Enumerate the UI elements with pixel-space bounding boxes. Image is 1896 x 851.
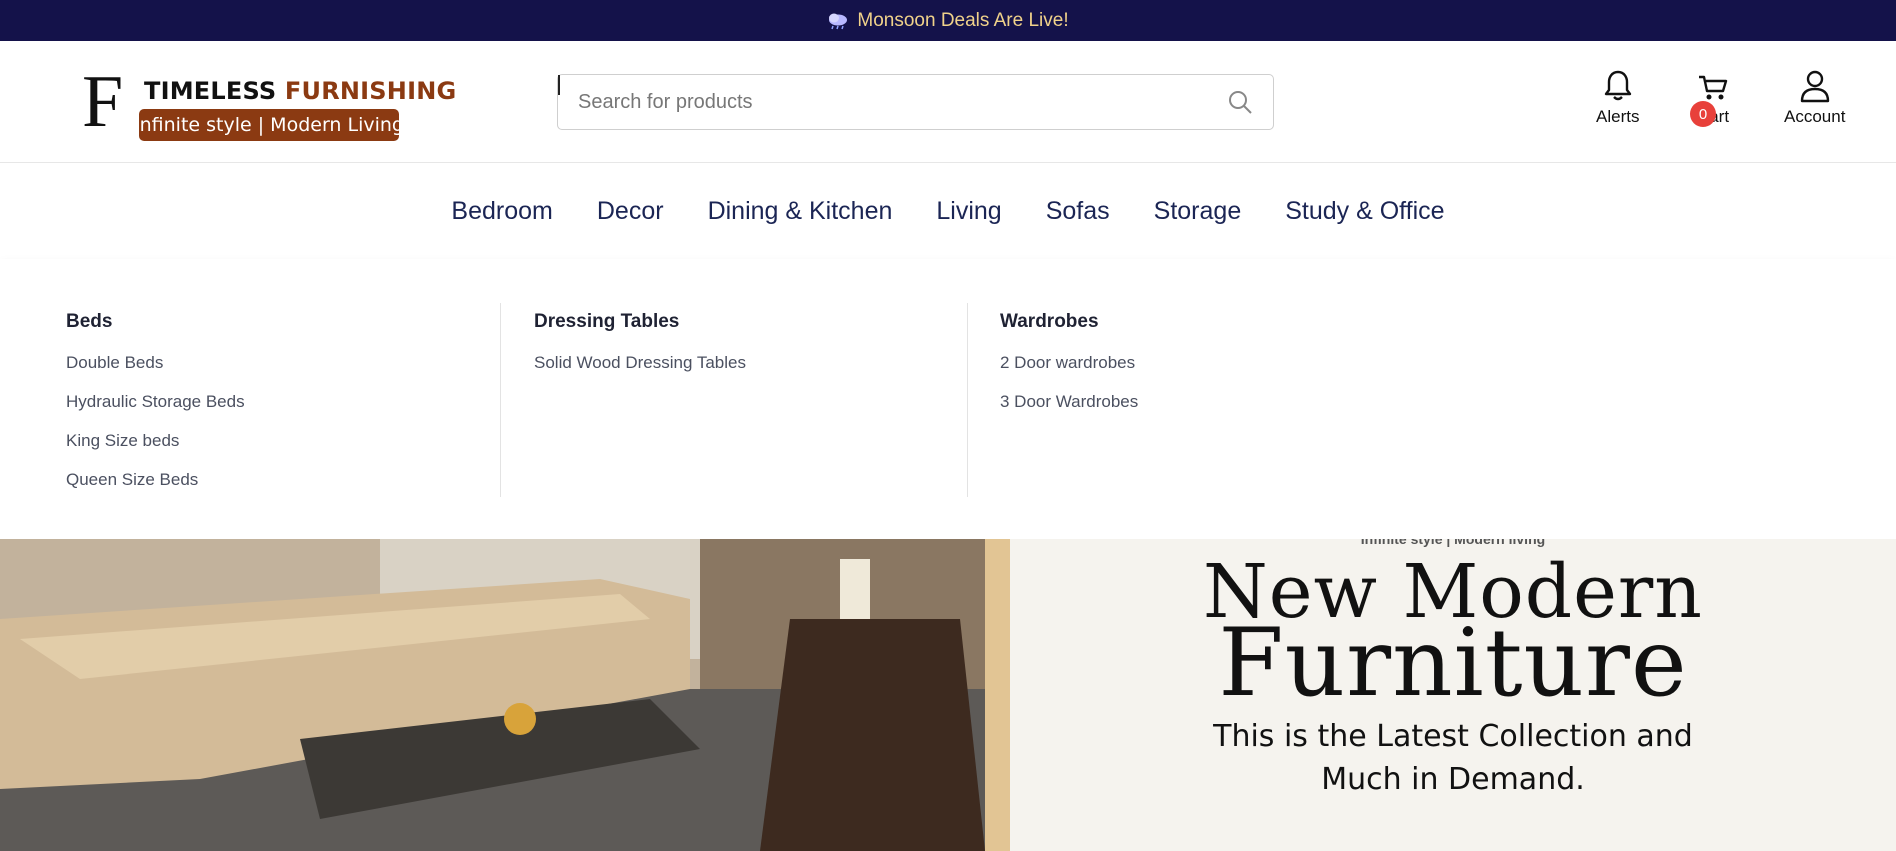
- hero-subtitle: This is the Latest Collection and Much i…: [1010, 715, 1896, 801]
- menu-divider: [967, 303, 968, 497]
- hero-title-line2: Furniture: [1218, 609, 1688, 718]
- menu-divider: [500, 303, 501, 497]
- alerts-button[interactable]: Alerts: [1596, 69, 1639, 127]
- menu-heading[interactable]: Wardrobes: [1000, 311, 1420, 333]
- logo-brand-part2: FURNISHING: [284, 77, 457, 105]
- menu-column-wardrobes: Wardrobes 2 Door wardrobes 3 Door Wardro…: [1000, 303, 1420, 497]
- mega-menu: Beds Double Beds Hydraulic Storage Beds …: [0, 259, 1896, 539]
- hero-text-panel: Infinite style | Modern living New Moder…: [1010, 539, 1896, 851]
- search-box[interactable]: [557, 74, 1274, 130]
- announcement-text[interactable]: Monsoon Deals Are Live!: [857, 10, 1068, 32]
- rain-cloud-icon: [827, 12, 849, 30]
- cart-count-badge: 0: [1690, 101, 1716, 127]
- account-label: Account: [1784, 107, 1846, 126]
- nav-item-sofas[interactable]: Sofas: [1046, 197, 1110, 226]
- category-nav: Bedroom Decor Dining & Kitchen Living So…: [0, 163, 1896, 259]
- menu-link[interactable]: King Size beds: [66, 431, 486, 470]
- logo-tagline: Infinite style | Modern Living: [134, 109, 404, 141]
- site-header: F TIMELESS FURNISHING Infinite style | M…: [0, 41, 1896, 163]
- hero-banner[interactable]: Infinite style | Modern living New Moder…: [0, 539, 1896, 851]
- hero-subtitle-line2: Much in Demand.: [1321, 762, 1585, 797]
- nav-item-decor[interactable]: Decor: [597, 197, 664, 226]
- menu-link[interactable]: Double Beds: [66, 353, 486, 392]
- menu-link[interactable]: 3 Door Wardrobes: [1000, 392, 1420, 431]
- search-input[interactable]: [578, 75, 1198, 129]
- menu-heading[interactable]: Dressing Tables: [534, 311, 954, 333]
- menu-column-dressing-tables: Dressing Tables Solid Wood Dressing Tabl…: [534, 303, 954, 497]
- menu-link[interactable]: 2 Door wardrobes: [1000, 353, 1420, 392]
- alerts-label: Alerts: [1596, 107, 1640, 126]
- site-logo[interactable]: F TIMELESS FURNISHING Infinite style | M…: [82, 65, 456, 143]
- menu-link[interactable]: Queen Size Beds: [66, 470, 486, 509]
- nav-item-storage[interactable]: Storage: [1154, 197, 1242, 226]
- menu-link[interactable]: Solid Wood Dressing Tables: [534, 353, 954, 392]
- logo-letter: F: [82, 61, 124, 143]
- nav-item-dining-kitchen[interactable]: Dining & Kitchen: [708, 197, 893, 226]
- account-button[interactable]: Account: [1784, 69, 1845, 127]
- menu-column-beds: Beds Double Beds Hydraulic Storage Beds …: [66, 303, 486, 497]
- hero-small-text: Infinite style | Modern living: [1360, 539, 1546, 547]
- menu-link[interactable]: Hydraulic Storage Beds: [66, 392, 486, 431]
- menu-heading[interactable]: Beds: [66, 311, 486, 333]
- hero-subtitle-line1: This is the Latest Collection and: [1213, 719, 1693, 754]
- search-icon[interactable]: [1227, 89, 1253, 115]
- user-icon: [1800, 70, 1829, 103]
- logo-brand-part1: TIMELESS: [144, 77, 285, 105]
- nav-item-bedroom[interactable]: Bedroom: [451, 197, 552, 226]
- bell-icon: [1604, 70, 1631, 101]
- text-caret: [558, 75, 560, 95]
- announcement-bar: Monsoon Deals Are Live!: [0, 0, 1896, 41]
- nav-item-study-office[interactable]: Study & Office: [1285, 197, 1444, 226]
- hero-image: [0, 539, 985, 851]
- nav-item-living[interactable]: Living: [936, 197, 1001, 226]
- logo-brand: TIMELESS FURNISHING: [144, 77, 456, 105]
- hero-divider-strip: [985, 539, 1010, 851]
- cart-icon: [1699, 75, 1728, 100]
